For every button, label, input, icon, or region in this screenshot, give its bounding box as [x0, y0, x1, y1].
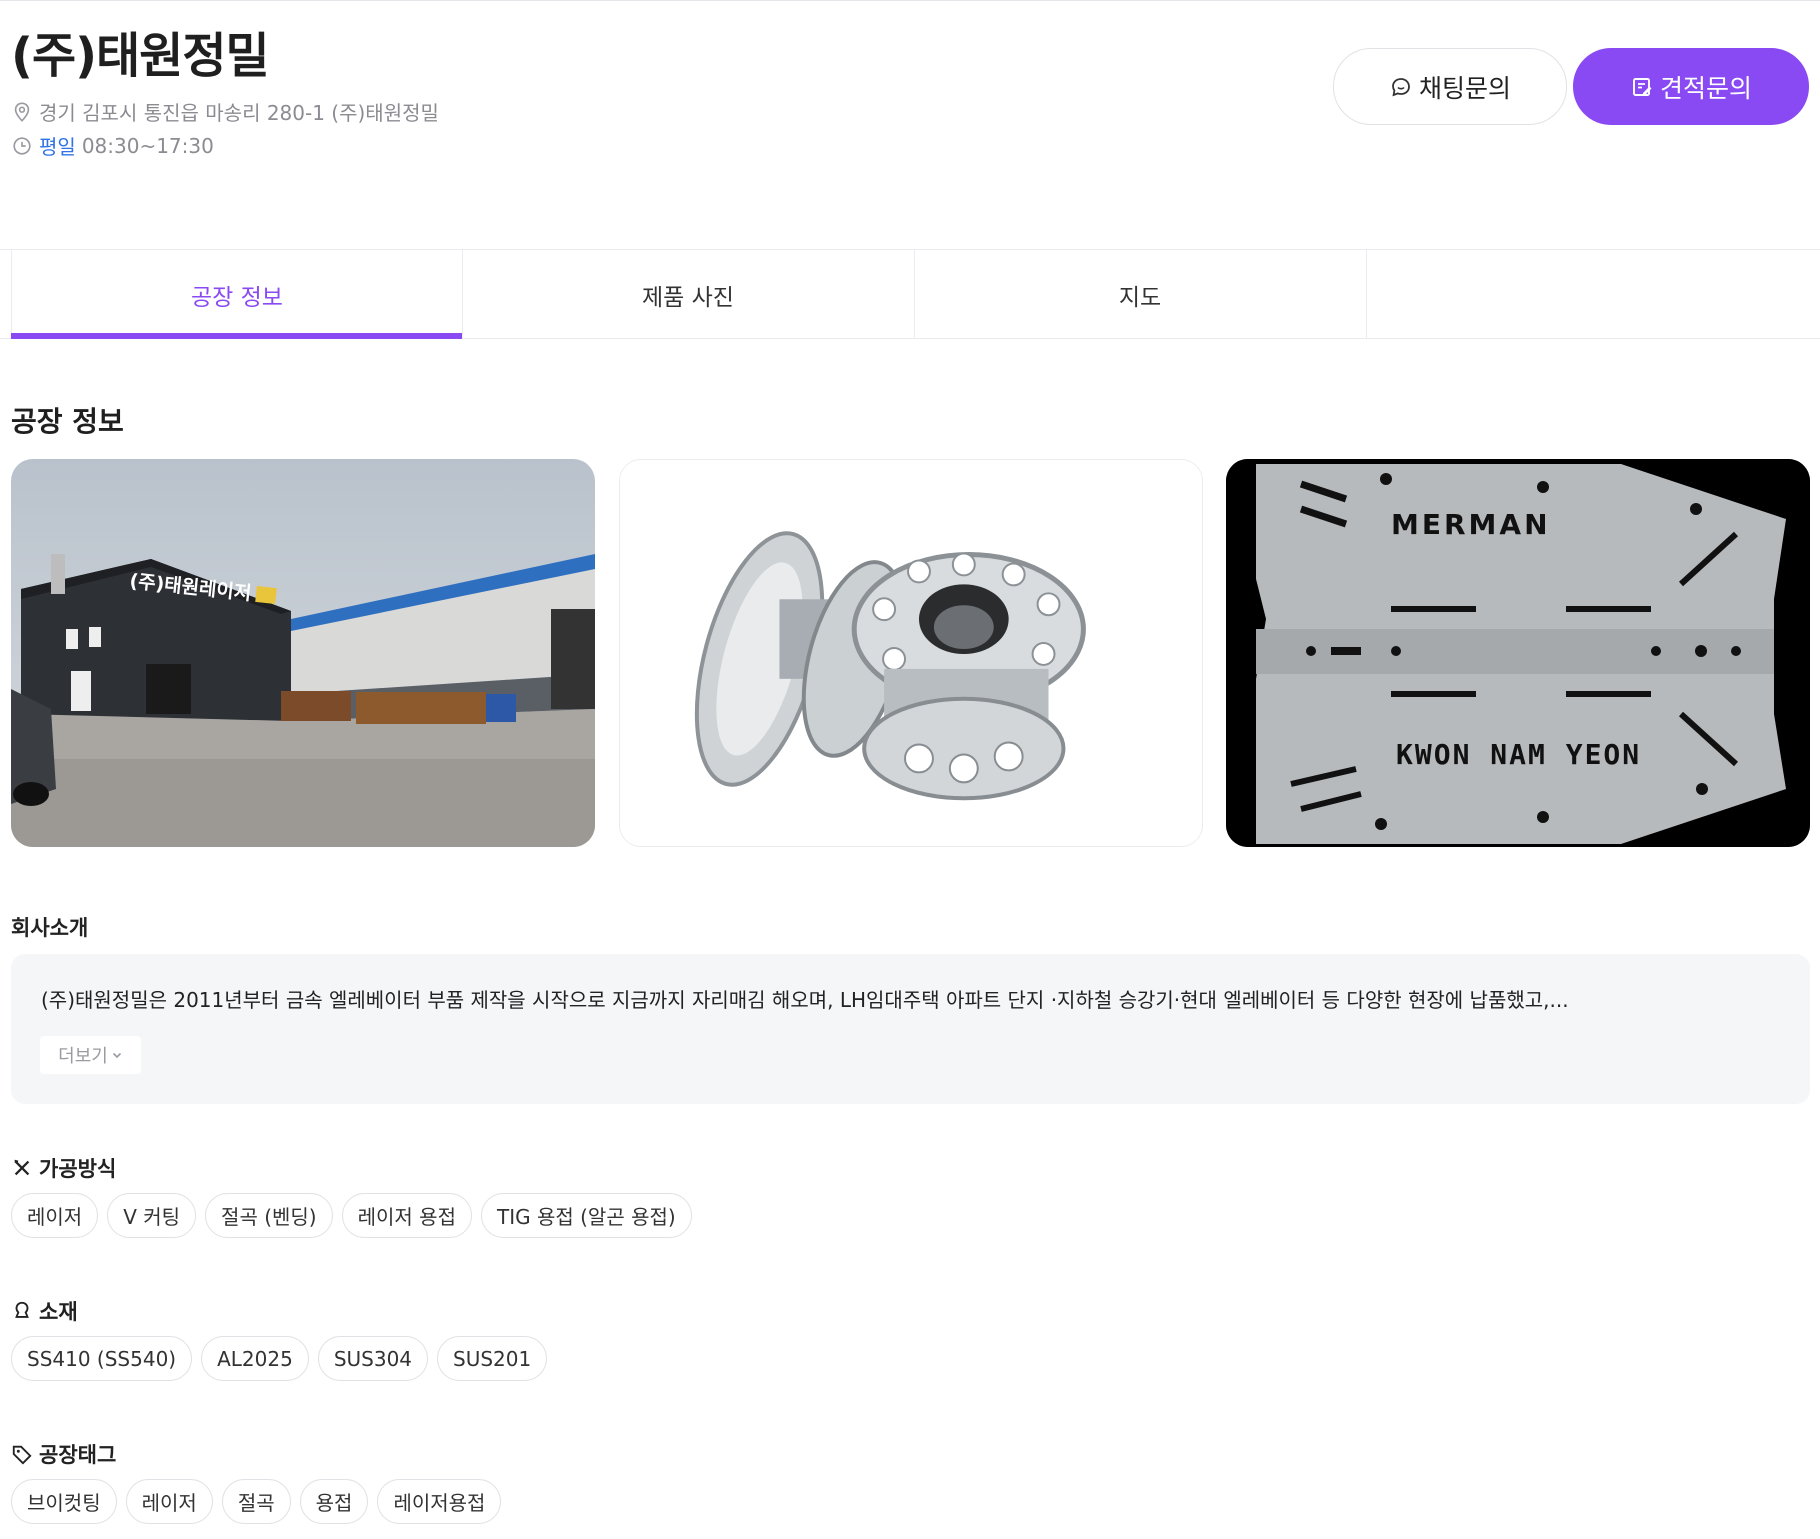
company-name: (주)태원정밀: [11, 28, 270, 84]
intro-box: (주)태원정밀은 2011년부터 금속 엘레베이터 부품 제작을 시작으로 지금…: [11, 954, 1810, 1104]
chat-inquiry-button[interactable]: 채팅문의: [1333, 48, 1567, 125]
tag-chip: 브이컷팅: [11, 1479, 117, 1524]
section-title: 공장 정보: [11, 405, 124, 438]
quote-inquiry-label: 견적문의: [1659, 73, 1752, 103]
processing-chip: TIG 용접 (알곤 용접): [480, 1193, 692, 1238]
show-more-button[interactable]: 더보기: [40, 1036, 141, 1074]
processing-title: 가공방식: [11, 1153, 116, 1183]
processing-title-text: 가공방식: [39, 1157, 117, 1181]
material-chip: SS410 (SS540): [11, 1336, 193, 1381]
hours-time: 08:30~17:30: [81, 133, 214, 158]
chevron-down-icon: [111, 1049, 123, 1061]
tags-chip-list: 브이컷팅 레이저 절곡 용접 레이저용접: [11, 1479, 502, 1524]
processing-chip-list: 레이저 V 커팅 절곡 (벤딩) 레이저 용접 TIG 용접 (알곤 용접): [11, 1193, 692, 1238]
processing-chip: 절곡 (벤딩): [205, 1193, 333, 1238]
materials-title: 소재: [11, 1296, 78, 1326]
address-row: 경기 김포시 통진읍 마송리 280-1 (주)태원정밀: [11, 97, 439, 126]
plate-bottom-text: KWON NAM YEON: [1396, 738, 1641, 771]
tags-title-text: 공장태그: [39, 1443, 117, 1467]
materials-chip-list: SS410 (SS540) AL2025 SUS304 SUS201: [11, 1336, 548, 1381]
plate-top-text: MERMAN: [1391, 508, 1551, 541]
clock-icon: [11, 135, 33, 157]
processing-chip: V 커팅: [107, 1193, 197, 1238]
tag-chip: 절곡: [221, 1479, 291, 1524]
material-icon: [11, 1300, 33, 1322]
hours-row: 평일 08:30~17:30: [11, 131, 214, 160]
tag-icon: [11, 1443, 33, 1465]
metal-bobbin-photo[interactable]: [619, 459, 1203, 847]
tab-divider: [1366, 250, 1367, 339]
factory-building-photo[interactable]: (주)태원레이저: [11, 459, 595, 847]
quote-inquiry-button[interactable]: 견적문의: [1573, 48, 1809, 125]
tab-factory-info[interactable]: 공장 정보: [11, 250, 462, 339]
tag-chip: 용접: [299, 1479, 369, 1524]
factory-header: (주)태원정밀 경기 김포시 통진읍 마송리 280-1 (주)태원정밀 평일 …: [0, 0, 1820, 250]
edit-document-icon: [1630, 75, 1654, 99]
active-tab-indicator: [11, 333, 462, 339]
processing-chip: 레이저 용접: [341, 1193, 472, 1238]
tags-title: 공장태그: [11, 1439, 116, 1469]
tab-bar: 공장 정보 제품 사진 지도: [0, 249, 1820, 339]
tag-chip: 레이저용접: [377, 1479, 502, 1524]
material-chip: AL2025: [201, 1336, 309, 1381]
hours-day-label: 평일: [39, 135, 76, 159]
materials-title-text: 소재: [39, 1300, 78, 1324]
intro-text: (주)태원정밀은 2011년부터 금속 엘레베이터 부품 제작을 시작으로 지금…: [41, 988, 1569, 1012]
address-text: 경기 김포시 통진읍 마송리 280-1 (주)태원정밀: [39, 101, 439, 125]
laser-cut-plate-photo[interactable]: MERMAN KWON NAM YEON: [1226, 459, 1810, 847]
chat-bubble-icon: [1389, 75, 1413, 99]
tab-map[interactable]: 지도: [914, 250, 1365, 339]
material-chip: SUS304: [317, 1336, 429, 1381]
chat-inquiry-label: 채팅문의: [1418, 73, 1511, 103]
tag-chip: 레이저: [125, 1479, 213, 1524]
location-pin-icon: [11, 101, 33, 123]
tools-icon: [11, 1157, 33, 1179]
show-more-label: 더보기: [58, 1046, 108, 1067]
processing-chip: 레이저: [11, 1193, 99, 1238]
intro-title: 회사소개: [11, 916, 89, 940]
tab-product-photos[interactable]: 제품 사진: [462, 250, 913, 339]
material-chip: SUS201: [437, 1336, 548, 1381]
